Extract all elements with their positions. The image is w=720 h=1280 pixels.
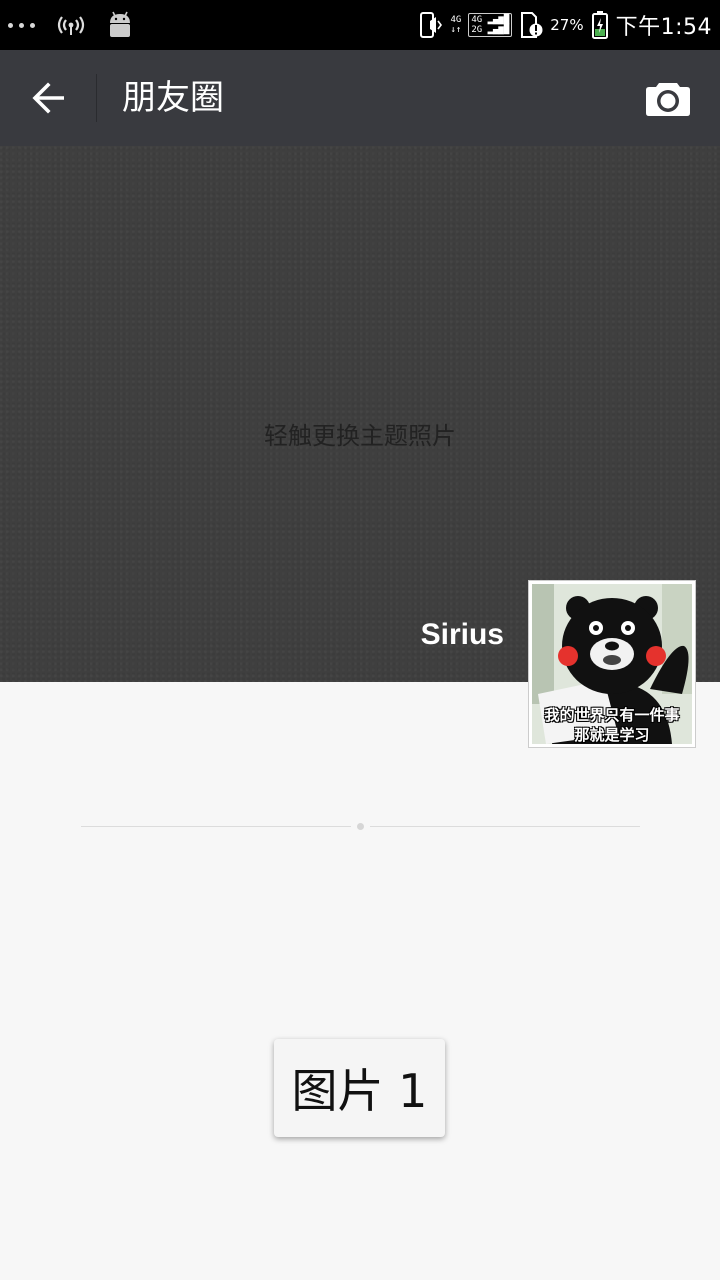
status-bar: 4G ↓↑ 4G ▂▄▆█ 2G ▂▄▆█ 27% 下午1:54 [0, 0, 720, 50]
avatar-caption-line2: 那就是学习 [574, 726, 650, 744]
network-box-2g: 2G [471, 25, 483, 35]
battery-percent: 27% [550, 16, 584, 34]
separator-dot [357, 823, 364, 830]
more-dots-icon [8, 22, 35, 28]
network-type-label: 4G [450, 15, 462, 25]
status-bar-right: 4G ↓↑ 4G ▂▄▆█ 2G ▂▄▆█ 27% 下午1:54 [417, 0, 712, 50]
sim-alert-icon [521, 12, 543, 38]
app-bar-divider [96, 74, 97, 122]
back-button[interactable] [18, 74, 80, 122]
separator-line-right [370, 826, 640, 827]
page-title: 朋友圈 [122, 78, 224, 118]
image-label: 图片 1 [274, 1039, 445, 1137]
vibrate-icon [420, 12, 443, 38]
arrow-left-icon [32, 82, 64, 114]
username: Sirius [420, 618, 504, 651]
android-icon [110, 11, 130, 37]
status-bar-left [8, 0, 133, 50]
camera-button[interactable] [642, 76, 694, 120]
separator-line-left [81, 826, 351, 827]
camera-icon [646, 83, 690, 116]
wifi-hotspot-icon [57, 16, 85, 35]
network-box-4g: 4G [471, 15, 483, 25]
clock: 下午1:54 [615, 15, 712, 40]
avatar-image: 我的世界只有一件事 那就是学习 [532, 584, 692, 744]
signal-icon: 4G ▂▄▆█ 2G ▂▄▆█ [468, 13, 513, 37]
battery-charging-icon [591, 11, 608, 39]
avatar-caption-line1: 我的世界只有一件事 [544, 706, 680, 724]
app-bar: 朋友圈 [0, 50, 720, 146]
change-cover-hint: 轻触更换主题照片 [264, 422, 456, 450]
data-arrows-icon: 4G ↓↑ [450, 15, 462, 35]
avatar[interactable]: 我的世界只有一件事 那就是学习 [528, 580, 696, 748]
